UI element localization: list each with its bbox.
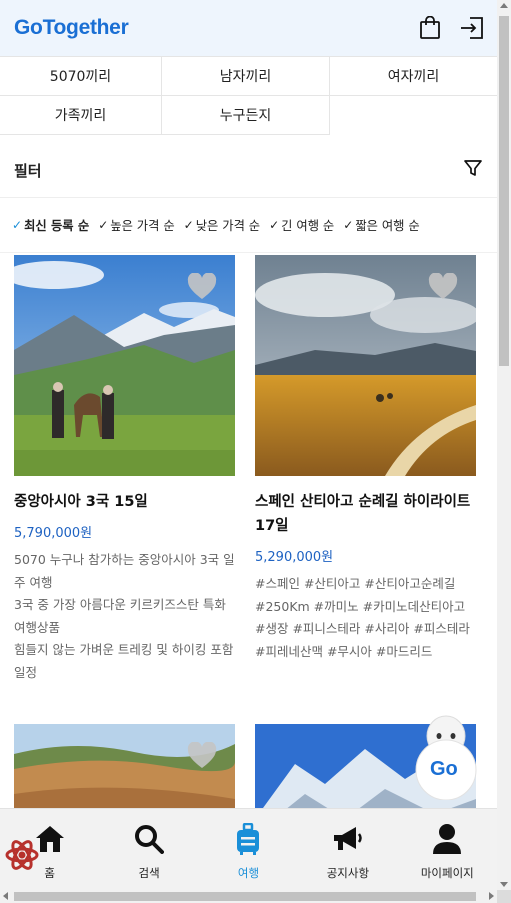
user-icon — [431, 823, 463, 855]
category-women[interactable]: 여자끼리 — [330, 57, 497, 96]
react-devtools-icon[interactable] — [5, 838, 39, 872]
nav-mypage[interactable]: 마이페이지 — [398, 809, 497, 890]
filter-bar: 필터 — [0, 143, 497, 198]
vertical-scroll-thumb[interactable] — [499, 16, 509, 366]
product-description: #스페인 #산티아고 #산티아고순례길 #250Km #까미노 #카미노데산티아… — [255, 576, 470, 659]
category-family[interactable]: 가족끼리 — [0, 96, 162, 135]
check-icon: ✓ — [269, 218, 280, 232]
logo-prefix: Go — [14, 16, 43, 39]
suitcase-icon — [232, 823, 264, 855]
product-image-central-asia[interactable] — [14, 255, 235, 476]
scrollbar-corner — [497, 890, 511, 903]
check-icon: ✓ — [183, 218, 194, 232]
category-men[interactable]: 남자끼리 — [162, 57, 330, 96]
sort-label: 긴 여행 순 — [281, 219, 335, 233]
sort-price-high[interactable]: ✓ 높은 가격 순 — [98, 216, 174, 234]
product-price: 5,790,000원 — [14, 526, 93, 541]
sort-label: 낮은 가격 순 — [195, 219, 261, 233]
app-root: Go Together 5070끼리 남자끼리 여자끼리 가족끼리 누구든지 필… — [0, 0, 497, 890]
product-image-santiago[interactable] — [255, 255, 476, 476]
search-icon — [133, 823, 165, 855]
check-icon: ✓ — [343, 218, 354, 232]
category-grid: 5070끼리 남자끼리 여자끼리 가족끼리 누구든지 — [0, 56, 497, 135]
vertical-scrollbar[interactable] — [497, 0, 511, 890]
product-grid: 중앙아시아 3국 15일 5,790,000원 5070 누구나 참가하는 중앙… — [0, 255, 497, 684]
heart-icon[interactable] — [187, 273, 217, 301]
bottom-navigation: 홈 검색 여행 공지사항 마이페이지 — [0, 808, 497, 890]
nav-label: 공지사항 — [326, 866, 370, 880]
shopping-bag-icon[interactable] — [417, 15, 443, 41]
product-card[interactable]: 스페인 산티아고 순례길 하이라이트 17일 5,290,000원 #스페인 #… — [255, 255, 476, 684]
megaphone-icon — [332, 823, 364, 855]
top-header: Go Together — [0, 0, 497, 56]
scroll-up-arrow-icon[interactable] — [500, 3, 508, 8]
scroll-down-arrow-icon[interactable] — [500, 882, 508, 887]
nav-label: 홈 — [44, 866, 55, 880]
sort-price-low[interactable]: ✓ 낮은 가격 순 — [184, 216, 260, 234]
product-description: 5070 누구나 참가하는 중앙아시아 3국 일주 여행 3국 중 가장 아름다… — [14, 549, 235, 684]
product-card[interactable]: 중앙아시아 3국 15일 5,790,000원 5070 누구나 참가하는 중앙… — [14, 255, 235, 684]
filter-title: 필터 — [14, 161, 42, 180]
sort-label: 높은 가격 순 — [110, 219, 175, 233]
horizontal-scroll-thumb[interactable] — [14, 892, 476, 901]
horizontal-scrollbar[interactable] — [0, 890, 497, 903]
sort-label: 최신 등록 순 — [24, 219, 90, 233]
check-icon: ✓ — [98, 218, 109, 232]
category-anyone[interactable]: 누구든지 — [162, 96, 330, 135]
nav-label: 여행 — [237, 866, 260, 880]
floating-go-button[interactable]: Go — [415, 714, 477, 801]
description-line: 힘들지 않는 가벼운 트레킹 및 하이킹 포함 일정 — [14, 642, 234, 680]
sort-short-trip[interactable]: ✓ 짧은 여행 순 — [343, 216, 419, 234]
sort-label: 짧은 여행 순 — [355, 219, 420, 233]
scroll-left-arrow-icon[interactable] — [3, 892, 8, 900]
logo-suffix: Together — [42, 16, 129, 39]
header-actions — [417, 15, 485, 41]
filter-icon[interactable] — [463, 158, 483, 182]
heart-icon[interactable] — [187, 742, 217, 770]
category-5070[interactable]: 5070끼리 — [0, 57, 162, 96]
check-icon: ✓ — [12, 218, 23, 232]
description-line: 5070 누구나 참가하는 중앙아시아 3국 일주 여행 — [14, 552, 235, 590]
nav-travel[interactable]: 여행 — [199, 809, 298, 890]
go-together-logo[interactable]: Go Together — [14, 16, 129, 40]
description-line: 3국 중 가장 아름다운 키르키즈스탄 특화 여행상품 — [14, 597, 226, 635]
login-icon[interactable] — [459, 15, 485, 41]
nav-notice[interactable]: 공지사항 — [298, 809, 397, 890]
nav-search[interactable]: 검색 — [99, 809, 198, 890]
heart-icon[interactable] — [428, 273, 458, 301]
sort-options: ✓ 최신 등록 순 ✓ 높은 가격 순 ✓ 낮은 가격 순 ✓ 긴 여행 순 ✓… — [0, 198, 497, 253]
sort-long-trip[interactable]: ✓ 긴 여행 순 — [269, 216, 334, 234]
floating-go-label: Go — [430, 758, 458, 780]
nav-label: 검색 — [138, 866, 160, 880]
product-price: 5,290,000원 — [255, 550, 334, 565]
sort-newest[interactable]: ✓ 최신 등록 순 — [12, 216, 89, 234]
scroll-right-arrow-icon[interactable] — [489, 892, 494, 900]
product-title[interactable]: 스페인 산티아고 순례길 하이라이트 17일 — [255, 490, 476, 538]
product-title[interactable]: 중앙아시아 3국 15일 — [14, 490, 235, 514]
nav-label: 마이페이지 — [420, 866, 474, 880]
